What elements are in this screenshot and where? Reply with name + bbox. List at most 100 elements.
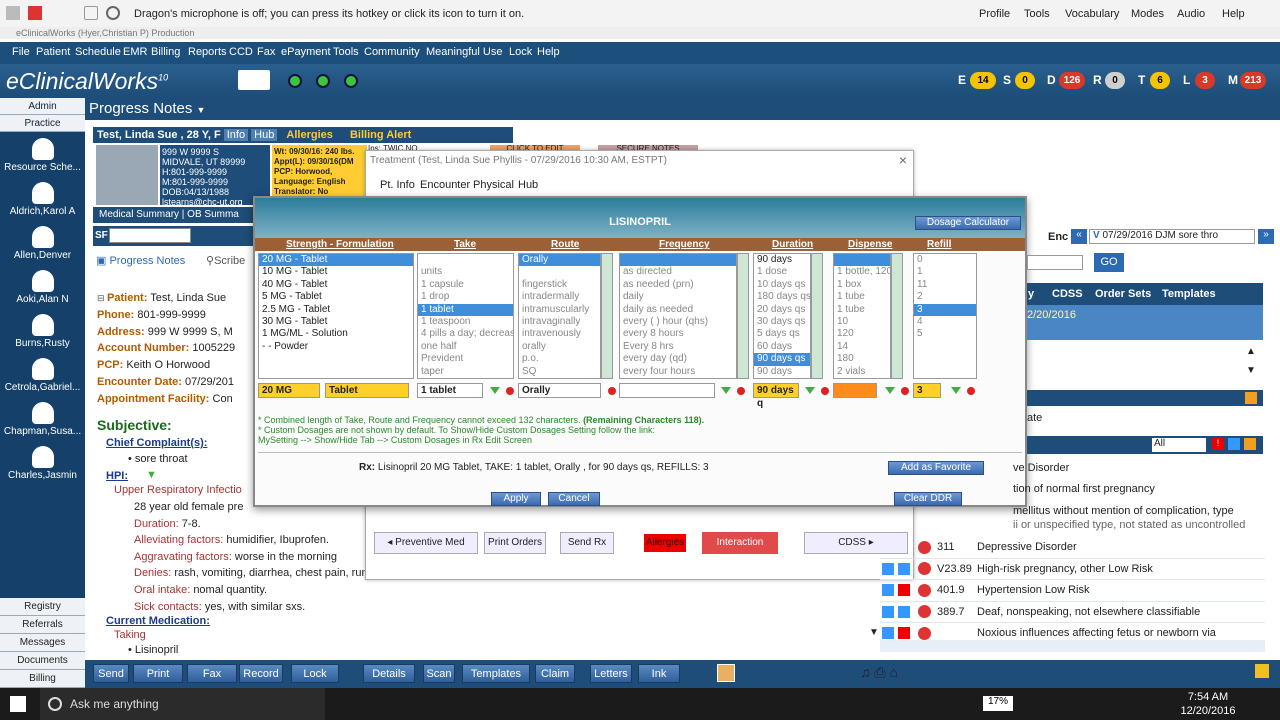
scroll-down-icon[interactable]: ▼ — [869, 627, 879, 638]
patient-lookup-icon[interactable] — [238, 70, 270, 90]
list-item[interactable]: 0 — [914, 254, 976, 266]
expand-icon[interactable] — [1245, 392, 1257, 404]
info-icon[interactable] — [918, 626, 931, 640]
sidebar-user[interactable]: Chapman,Susa... — [0, 402, 85, 437]
list-item[interactable]: intramuscularly — [519, 304, 600, 316]
table-row[interactable]: 311 Depressive Disorder — [880, 537, 1265, 559]
tab-progress-notes[interactable]: ▣ Progress Notes — [96, 254, 185, 267]
sidebar-user[interactable]: Aldrich,Karol A — [0, 182, 85, 217]
frequency-clear-icon[interactable] — [737, 387, 745, 395]
list-item[interactable]: 5 days qs — [754, 328, 810, 340]
toolbar-templates-button[interactable]: Templates — [462, 664, 530, 683]
microphone-icon[interactable] — [106, 6, 120, 20]
list-item[interactable] — [620, 254, 736, 267]
list-item[interactable]: as needed (prn) — [620, 279, 736, 291]
sidebar-user[interactable]: Charles,Jasmin — [0, 446, 85, 481]
frequency-list[interactable]: as directed as needed (prn) daily daily as … — [619, 253, 737, 379]
list-item[interactable] — [519, 266, 600, 278]
status-count-badge[interactable]: 14 — [970, 72, 996, 89]
list-item[interactable]: 4 pills a day; decreas — [418, 328, 513, 340]
list-item[interactable]: 1 tube — [834, 291, 890, 303]
toggle-icon[interactable] — [898, 541, 910, 553]
menu-audio[interactable]: Audio — [1177, 8, 1205, 20]
sidebar-user[interactable]: Resource Sche... — [0, 138, 85, 173]
allergies-button[interactable]: Allergies — [644, 534, 686, 552]
add-icon[interactable] — [882, 605, 894, 618]
go-button[interactable]: GO — [1094, 253, 1124, 272]
list-item[interactable]: every day (qd) — [620, 353, 736, 365]
list-item[interactable]: 40 MG - Tablet — [259, 279, 413, 291]
route-list[interactable]: Orally fingerstick intradermally intramuscu… — [518, 253, 601, 379]
toggle-icon[interactable] — [898, 627, 910, 640]
toolbar-lock-button[interactable]: Lock — [291, 664, 339, 683]
scroll-down-icon[interactable]: ▼ — [1246, 365, 1256, 376]
list-item[interactable]: 2 vials — [834, 366, 890, 378]
tab-templates[interactable]: Templates — [1162, 288, 1216, 300]
preventive-med-button[interactable]: ◂ Preventive Med — [374, 532, 478, 554]
sidebar-tab-messages[interactable]: Messages — [0, 634, 85, 652]
sidebar-tab-referrals[interactable]: Referrals — [0, 616, 85, 634]
route-scrollbar[interactable] — [601, 253, 613, 379]
list-item[interactable]: 90 days qs — [754, 353, 810, 366]
dosage-calculator-button[interactable]: Dosage Calculator — [915, 216, 1021, 230]
green-light-icon[interactable] — [344, 74, 358, 88]
status-count-badge[interactable]: 6 — [1150, 72, 1170, 89]
billing-alert-link[interactable]: Billing Alert — [350, 129, 411, 141]
allergies-link[interactable]: Allergies — [286, 129, 332, 141]
interaction-button[interactable]: Interaction — [702, 532, 778, 554]
menu-meaningful-use[interactable]: Meaningful Use — [426, 46, 502, 58]
sidebar-user[interactable]: Cetrola,Gabriel... — [0, 358, 85, 393]
cancel-button[interactable]: Cancel — [548, 492, 600, 506]
info-icon[interactable] — [918, 562, 931, 576]
menu-patient[interactable]: Patient — [36, 46, 70, 58]
status-count-badge[interactable]: 126 — [1059, 72, 1085, 89]
collapse-icon[interactable]: ⊟ — [97, 293, 107, 303]
list-item[interactable]: units — [418, 266, 513, 278]
status-count-badge[interactable]: 3 — [1195, 72, 1215, 89]
list-item[interactable]: daily as needed — [620, 304, 736, 316]
list-item[interactable]: SQ — [519, 366, 600, 378]
list-item[interactable]: Orally — [519, 254, 600, 267]
status-icon[interactable] — [1255, 664, 1269, 678]
list-item[interactable]: 4 — [914, 316, 976, 328]
tab-physical[interactable]: Physical — [473, 179, 514, 191]
menu-profile[interactable]: Profile — [979, 8, 1010, 20]
list-item[interactable] — [834, 254, 890, 267]
hpi-arrow-icon[interactable]: ▼ — [146, 469, 157, 481]
list-item[interactable]: - - Powder — [259, 341, 413, 353]
clock[interactable]: 7:54 AM 12/20/2016 — [1178, 690, 1238, 718]
toolbar-send-button[interactable]: Send — [93, 664, 129, 683]
list-item[interactable]: 180 days qs — [754, 291, 810, 303]
list-item[interactable]: p.o. — [519, 353, 600, 365]
dispense-clear-icon[interactable] — [901, 387, 909, 395]
duration-clear-icon[interactable] — [821, 387, 829, 395]
check-icon[interactable] — [84, 6, 98, 20]
list-item[interactable]: 90 days — [754, 366, 810, 378]
arrow-icon[interactable] — [1228, 438, 1240, 450]
list-item[interactable]: 1 — [914, 266, 976, 278]
list-item[interactable]: 1 tube — [834, 304, 890, 316]
list-item[interactable]: 90 days — [754, 254, 810, 266]
sidebar-user[interactable]: Aoki,Alan N — [0, 270, 85, 305]
tab-encounter[interactable]: Encounter — [420, 179, 470, 191]
list-item[interactable]: 1 dose — [754, 266, 810, 278]
green-light-icon[interactable] — [316, 74, 330, 88]
tab-order-sets[interactable]: Order Sets — [1095, 288, 1151, 300]
formulation-input[interactable]: Tablet — [325, 383, 409, 398]
toolbar-record-button[interactable]: Record — [239, 664, 283, 683]
windows-start-icon[interactable] — [10, 696, 26, 712]
sidebar-tab-admin[interactable]: Admin — [0, 98, 85, 115]
list-item[interactable]: one half — [418, 341, 513, 353]
route-clear-icon[interactable] — [608, 387, 616, 395]
menu-fax[interactable]: Fax — [257, 46, 275, 58]
menu-tools[interactable]: Tools — [1024, 8, 1050, 20]
list-item[interactable]: intravenously — [519, 328, 600, 340]
enc-select[interactable]: V 07/29/2016 DJM sore thro — [1089, 229, 1255, 244]
list-item[interactable]: 30 days qs — [754, 316, 810, 328]
note-icon[interactable] — [717, 664, 735, 682]
scroll-up-icon[interactable]: ▲ — [1246, 346, 1256, 357]
info-icon[interactable] — [918, 605, 931, 619]
menu-modes[interactable]: Modes — [1131, 8, 1164, 20]
sidebar-tab-documents[interactable]: Documents — [0, 652, 85, 670]
menu-reports[interactable]: Reports — [188, 46, 227, 58]
